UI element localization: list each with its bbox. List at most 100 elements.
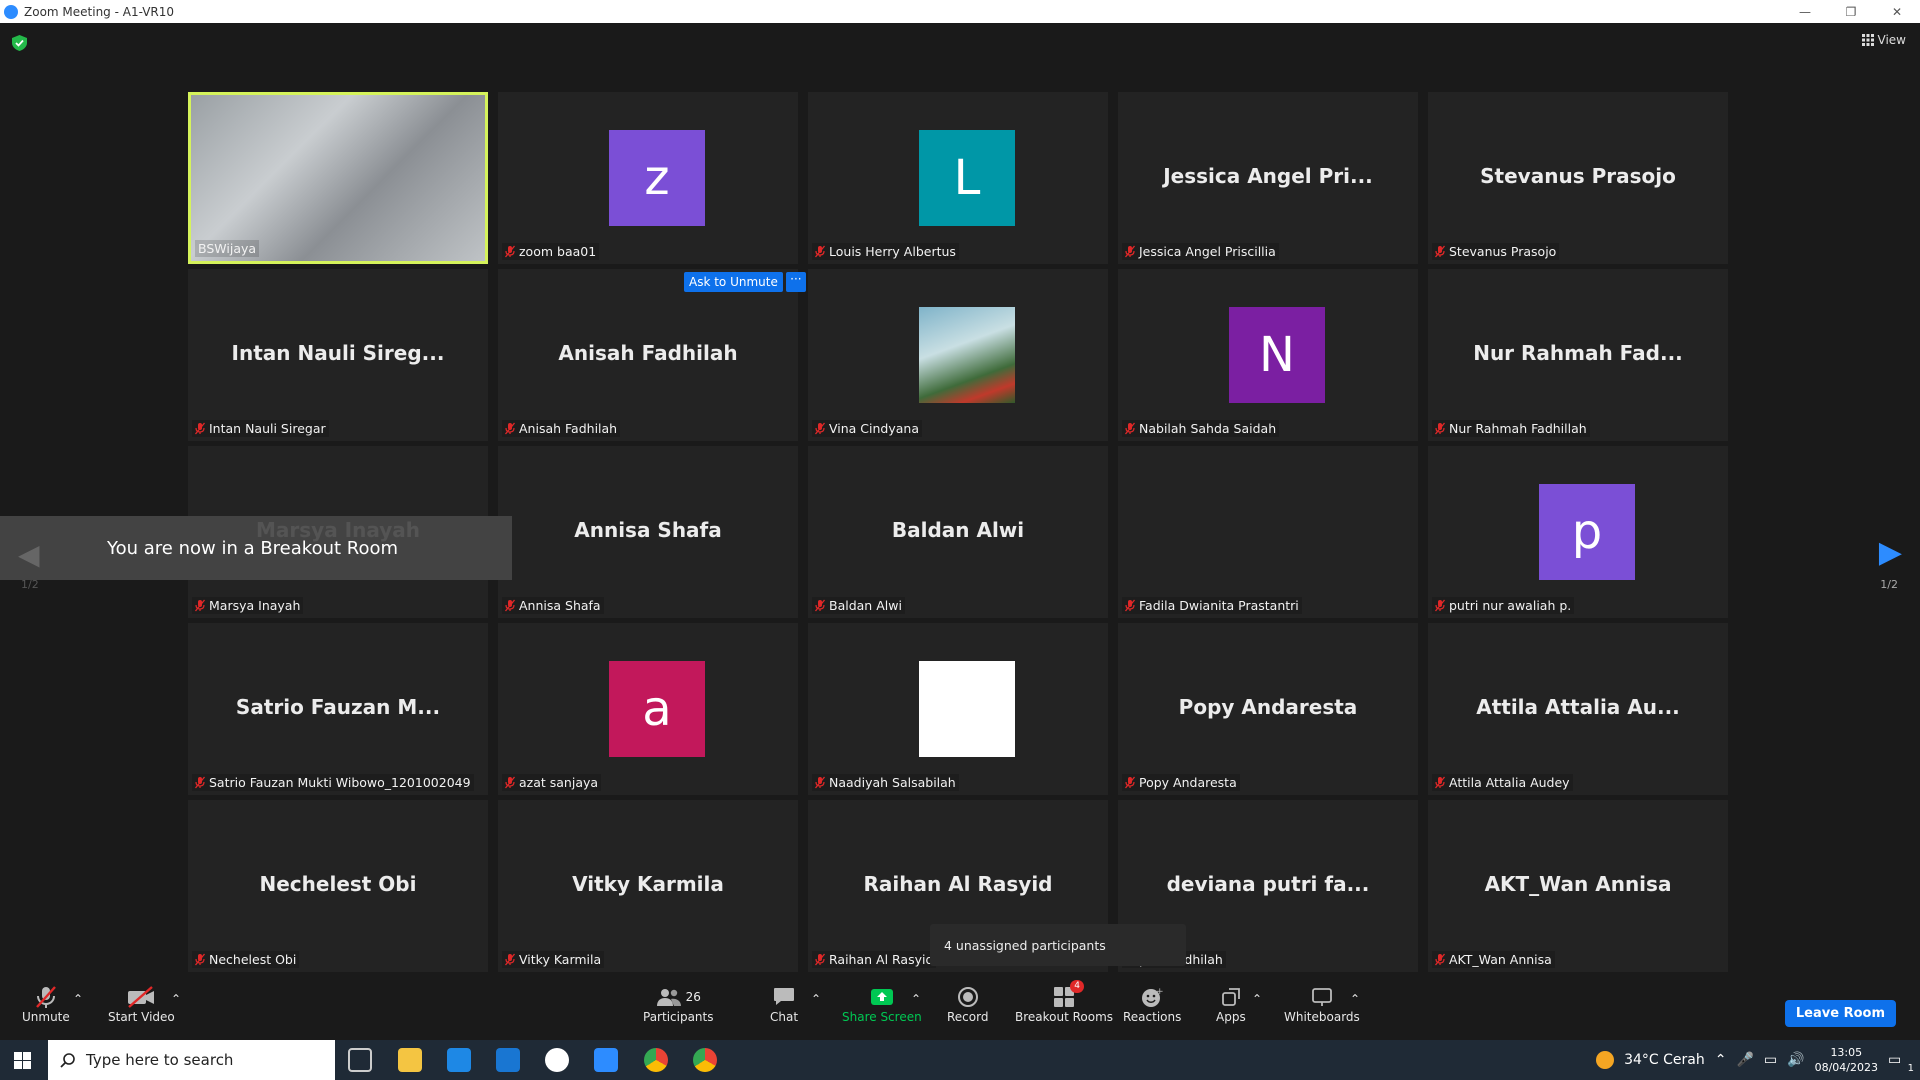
record-button[interactable]: Record: [947, 984, 988, 1024]
close-button[interactable]: ✕: [1874, 0, 1920, 23]
participant-name-text: Anisah Fadhilah: [519, 421, 618, 436]
unassigned-participants-popup[interactable]: 4 unassigned participants: [930, 924, 1186, 966]
participant-tile[interactable]: Attila Attalia Au... Attila Attalia Audey: [1428, 623, 1728, 795]
task-view-icon[interactable]: [348, 1048, 372, 1072]
participant-tile[interactable]: Satrio Fauzan M... Satrio Fauzan Mukti Wi…: [188, 623, 488, 795]
mail-icon[interactable]: [496, 1048, 520, 1072]
apps-icon: [1221, 984, 1241, 1010]
participant-tile[interactable]: Nur Rahmah Fad... Nur Rahmah Fadhillah: [1428, 269, 1728, 441]
unmute-button[interactable]: Unmute: [22, 984, 70, 1024]
participant-tile[interactable]: Fadila Dwianita Prastantri: [1118, 446, 1418, 618]
participant-tile[interactable]: L Louis Herry Albertus: [808, 92, 1108, 264]
restore-button[interactable]: ❐: [1828, 0, 1874, 23]
participant-tile[interactable]: Anisah Fadhilah Anisah Fadhilah: [498, 269, 798, 441]
participant-tile[interactable]: z zoom baa01: [498, 92, 798, 264]
participant-name-label: AKT_Wan Annisa: [1432, 951, 1555, 968]
participant-display-name: Nur Rahmah Fad...: [1473, 341, 1683, 365]
participant-tile[interactable]: Vitky Karmila Vitky Karmila: [498, 800, 798, 972]
share-options-caret-icon[interactable]: ⌃: [911, 992, 921, 1006]
video-options-caret-icon[interactable]: ⌃: [171, 992, 181, 1006]
show-hidden-icons-icon[interactable]: ⌃: [1715, 1052, 1727, 1068]
whiteboards-label: Whiteboards: [1284, 1010, 1360, 1024]
zoom-taskbar-icon[interactable]: [594, 1048, 618, 1072]
microsoft-store-icon[interactable]: [447, 1048, 471, 1072]
participant-tile[interactable]: BSWijaya: [188, 92, 488, 264]
chat-options-caret-icon[interactable]: ⌃: [811, 992, 821, 1006]
chrome-icon[interactable]: [644, 1048, 668, 1072]
muted-mic-icon: [1435, 422, 1445, 435]
participant-name-text: Fadila Dwianita Prastantri: [1139, 598, 1299, 613]
windows-start-icon[interactable]: [14, 1052, 31, 1069]
participant-tile[interactable]: N Nabilah Sahda Saidah: [1118, 269, 1418, 441]
participant-name-label: Marsya Inayah: [192, 597, 304, 614]
taskbar-search[interactable]: Type here to search: [48, 1040, 335, 1080]
participant-display-name: Annisa Shafa: [574, 518, 722, 542]
security-shield-icon[interactable]: [12, 35, 27, 51]
participant-name-label: Attila Attalia Audey: [1432, 774, 1573, 791]
participant-tile[interactable]: Nechelest Obi Nechelest Obi: [188, 800, 488, 972]
participants-icon: 26: [656, 984, 701, 1010]
participant-avatar: N: [1229, 307, 1325, 403]
search-icon: [60, 1053, 75, 1068]
participant-tile[interactable]: a azat sanjaya: [498, 623, 798, 795]
participant-tile[interactable]: Jessica Angel Pri... Jessica Angel Prisci…: [1118, 92, 1418, 264]
breakout-rooms-button[interactable]: 4 Breakout Rooms: [1015, 980, 1113, 1024]
audio-options-caret-icon[interactable]: ⌃: [73, 992, 83, 1006]
participant-name-label: Vina Cindyana: [812, 420, 923, 437]
previous-page-arrow-icon[interactable]: ◀: [18, 538, 40, 571]
chrome-profile-icon[interactable]: [693, 1048, 717, 1072]
next-page-arrow-icon[interactable]: ▶: [1879, 535, 1902, 570]
participant-name-label: Vitky Karmila: [502, 951, 605, 968]
apps-button[interactable]: Apps: [1216, 984, 1246, 1024]
whiteboards-options-caret-icon[interactable]: ⌃: [1350, 992, 1360, 1006]
view-label: View: [1877, 33, 1906, 47]
network-icon[interactable]: ▭: [1764, 1052, 1777, 1068]
leave-room-button[interactable]: Leave Room: [1784, 1000, 1896, 1027]
participants-label: Participants: [643, 1010, 714, 1024]
meeting-area: View BSWijaya z zoom baa01 L Louis Herry Alb…: [0, 23, 1920, 978]
participant-name-text: BSWijaya: [198, 241, 257, 256]
participant-tile[interactable]: p putri nur awaliah p.: [1428, 446, 1728, 618]
more-options-button[interactable]: ···: [785, 272, 806, 292]
weather-text[interactable]: 34°C Cerah: [1624, 1052, 1705, 1068]
apps-options-caret-icon[interactable]: ⌃: [1252, 992, 1262, 1006]
participant-avatar: p: [1539, 484, 1635, 580]
zoom-logo-icon: [4, 4, 18, 19]
breakout-room-banner: You are now in a Breakout Room: [0, 516, 512, 580]
participants-button[interactable]: 26 Participants: [643, 984, 714, 1024]
participant-avatar: z: [609, 130, 705, 226]
page-indicator-left: 1/2: [21, 578, 39, 591]
participant-display-name: Satrio Fauzan M...: [235, 695, 441, 719]
reactions-button[interactable]: + Reactions: [1123, 984, 1181, 1024]
participant-name-label: zoom baa01: [502, 243, 600, 260]
whiteboards-button[interactable]: Whiteboards: [1284, 984, 1360, 1024]
clock[interactable]: 13:05 08/04/2023: [1815, 1045, 1878, 1075]
participant-tile[interactable]: Vina Cindyana: [808, 269, 1108, 441]
muted-mic-icon: [1435, 953, 1445, 966]
share-screen-button[interactable]: Share Screen: [842, 984, 922, 1024]
participant-tile[interactable]: Intan Nauli Sireg... Intan Nauli Siregar: [188, 269, 488, 441]
chat-button[interactable]: Chat: [770, 984, 798, 1024]
page-indicator-right: 1/2: [1880, 578, 1898, 591]
whiteboard-icon: [1311, 984, 1333, 1010]
participant-tile[interactable]: Popy Andaresta Popy Andaresta: [1118, 623, 1418, 795]
participant-display-name: Popy Andaresta: [1178, 695, 1358, 719]
minimize-button[interactable]: —: [1782, 0, 1828, 23]
file-explorer-icon[interactable]: [398, 1048, 422, 1072]
participant-tile[interactable]: Naadiyah Salsabilah: [808, 623, 1108, 795]
participant-tile[interactable]: Annisa Shafa Annisa Shafa: [498, 446, 798, 618]
volume-icon[interactable]: 🔊: [1787, 1052, 1804, 1068]
participant-tile[interactable]: AKT_Wan Annisa AKT_Wan Annisa: [1428, 800, 1728, 972]
ask-to-unmute-button[interactable]: Ask to Unmute: [684, 272, 783, 292]
participant-tile[interactable]: Stevanus Prasojo Stevanus Prasojo: [1428, 92, 1728, 264]
meeting-toolbar: Unmute ⌃ Start Video ⌃ 26 Participants C…: [0, 978, 1920, 1040]
muted-mic-icon: [505, 245, 515, 258]
participant-tile[interactable]: Baldan Alwi Baldan Alwi: [808, 446, 1108, 618]
muted-mic-icon: [195, 599, 205, 612]
notifications-icon[interactable]: ▭ 1: [1888, 1052, 1914, 1074]
view-button[interactable]: View: [1861, 33, 1906, 47]
start-video-button[interactable]: Start Video: [108, 984, 175, 1024]
microphone-tray-icon[interactable]: 🎤: [1736, 1052, 1753, 1068]
teamviewer-icon[interactable]: [545, 1048, 569, 1072]
participant-avatar: [919, 661, 1015, 757]
